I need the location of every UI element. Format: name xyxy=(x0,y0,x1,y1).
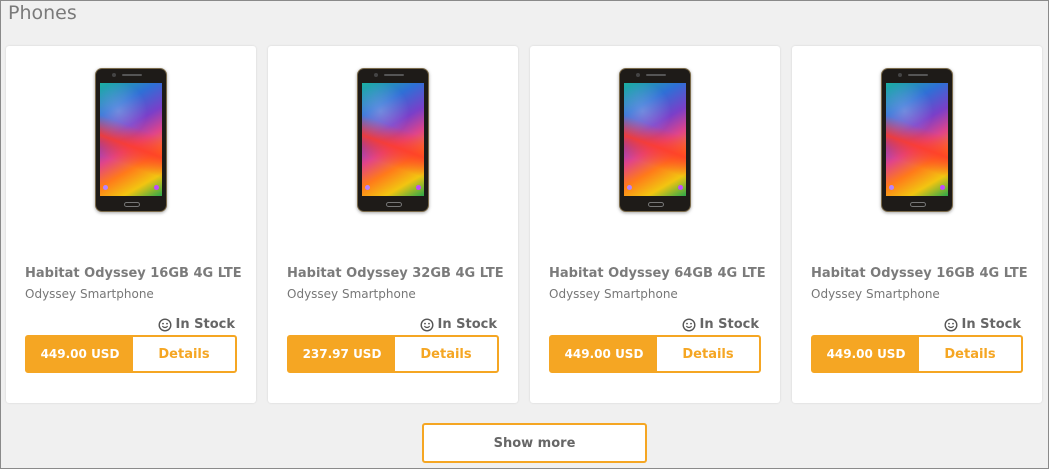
phone-body xyxy=(95,68,167,212)
price-button[interactable]: 449.00 USD xyxy=(813,337,919,371)
phone-image[interactable] xyxy=(881,68,953,212)
phone-screen xyxy=(886,83,948,196)
product-card: Habitat Odyssey 16GB 4G LTE Odyssey Smar… xyxy=(6,46,256,403)
price-button[interactable]: 449.00 USD xyxy=(27,337,133,371)
details-button[interactable]: Details xyxy=(657,337,759,371)
smiley-icon xyxy=(158,317,172,332)
product-card: Habitat Odyssey 16GB 4G LTE Odyssey Smar… xyxy=(792,46,1042,403)
show-more-button[interactable]: Show more xyxy=(422,423,647,463)
stock-label: In Stock xyxy=(699,317,759,332)
product-name[interactable]: Habitat Odyssey 64GB 4G LTE xyxy=(549,266,766,281)
phone-body xyxy=(619,68,691,212)
phone-image[interactable] xyxy=(95,68,167,212)
speaker xyxy=(384,74,404,76)
stock-status: In Stock xyxy=(682,317,759,332)
phone-body xyxy=(357,68,429,212)
phone-screen xyxy=(624,83,686,196)
stock-label: In Stock xyxy=(961,317,1021,332)
camera xyxy=(636,73,640,77)
product-card: Habitat Odyssey 64GB 4G LTE Odyssey Smar… xyxy=(530,46,780,403)
product-subtitle: Odyssey Smartphone xyxy=(549,287,678,301)
details-button[interactable]: Details xyxy=(395,337,497,371)
speaker xyxy=(908,74,928,76)
price-button[interactable]: 449.00 USD xyxy=(551,337,657,371)
phone-image[interactable] xyxy=(357,68,429,212)
product-grid: Habitat Odyssey 16GB 4G LTE Odyssey Smar… xyxy=(6,46,1042,403)
phone-screen xyxy=(362,83,424,196)
product-actions: 237.97 USD Details xyxy=(287,335,499,373)
product-name[interactable]: Habitat Odyssey 16GB 4G LTE xyxy=(811,266,1028,281)
phone-image[interactable] xyxy=(619,68,691,212)
phone-screen xyxy=(100,83,162,196)
product-name[interactable]: Habitat Odyssey 32GB 4G LTE xyxy=(287,266,504,281)
home-button xyxy=(648,202,664,207)
details-button[interactable]: Details xyxy=(133,337,235,371)
details-button[interactable]: Details xyxy=(919,337,1021,371)
product-subtitle: Odyssey Smartphone xyxy=(811,287,940,301)
smiley-icon xyxy=(944,317,958,332)
camera xyxy=(374,73,378,77)
phone-body xyxy=(881,68,953,212)
stock-status: In Stock xyxy=(420,317,497,332)
home-button xyxy=(386,202,402,207)
home-button xyxy=(124,202,140,207)
screen-icon xyxy=(678,185,683,190)
stock-status: In Stock xyxy=(944,317,1021,332)
camera xyxy=(898,73,902,77)
product-subtitle: Odyssey Smartphone xyxy=(25,287,154,301)
stock-label: In Stock xyxy=(437,317,497,332)
home-button xyxy=(910,202,926,207)
screen-icon xyxy=(154,185,159,190)
product-actions: 449.00 USD Details xyxy=(811,335,1023,373)
stock-label: In Stock xyxy=(175,317,235,332)
section-title: Phones xyxy=(8,2,77,24)
smiley-icon xyxy=(682,317,696,332)
screen-icon xyxy=(416,185,421,190)
stock-status: In Stock xyxy=(158,317,235,332)
screen-icon xyxy=(889,185,894,190)
product-subtitle: Odyssey Smartphone xyxy=(287,287,416,301)
screen-icon xyxy=(627,185,632,190)
speaker xyxy=(646,74,666,76)
screen-icon xyxy=(103,185,108,190)
product-actions: 449.00 USD Details xyxy=(549,335,761,373)
product-card: Habitat Odyssey 32GB 4G LTE Odyssey Smar… xyxy=(268,46,518,403)
screen-icon xyxy=(365,185,370,190)
screen-icon xyxy=(940,185,945,190)
camera xyxy=(112,73,116,77)
product-name[interactable]: Habitat Odyssey 16GB 4G LTE xyxy=(25,266,242,281)
speaker xyxy=(122,74,142,76)
price-button[interactable]: 237.97 USD xyxy=(289,337,395,371)
product-actions: 449.00 USD Details xyxy=(25,335,237,373)
smiley-icon xyxy=(420,317,434,332)
